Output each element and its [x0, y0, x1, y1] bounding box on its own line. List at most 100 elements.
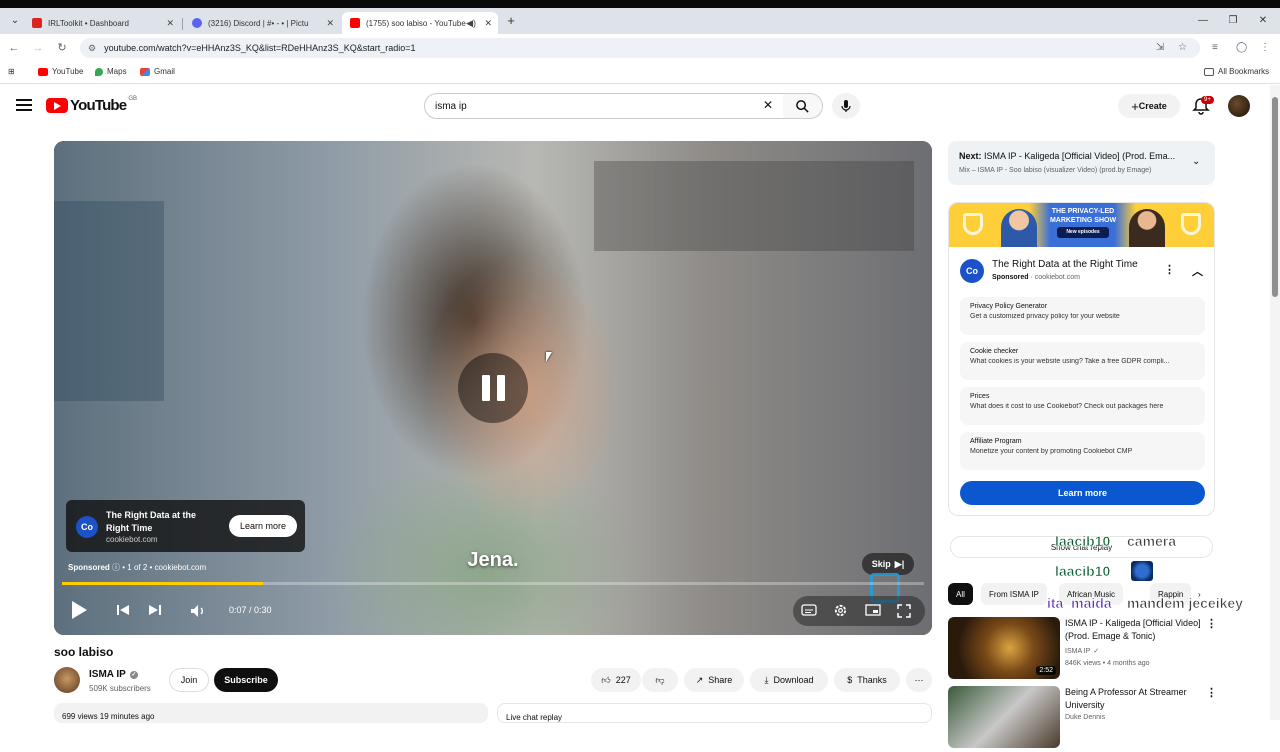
previous-icon	[117, 605, 129, 615]
share-icon: ↗	[695, 674, 704, 685]
site-info-icon[interactable]: ⚙	[88, 43, 96, 54]
page-scrollbar[interactable]	[1270, 85, 1280, 720]
thumbs-up-icon: 👍︎	[601, 674, 611, 685]
recommendation-options-icon[interactable]: ⋮	[1206, 686, 1217, 699]
dislike-button[interactable]: 👎︎	[642, 668, 678, 692]
audio-playing-icon[interactable]: ◀)	[466, 18, 476, 29]
scrollbar-thumb[interactable]	[1272, 97, 1278, 297]
channel-name[interactable]: ISMA IP ✓	[89, 669, 138, 680]
recommendation-thumbnail[interactable]	[948, 686, 1060, 748]
collapse-chevron-up-icon[interactable]: ︿	[1192, 263, 1203, 279]
chat-emote-icon	[1131, 561, 1153, 581]
ad-link-row[interactable]: Cookie checker What cookies is your websi…	[960, 342, 1205, 380]
close-window-icon[interactable]: ✕	[1250, 8, 1276, 34]
menu-icon[interactable]	[16, 99, 32, 111]
youtube-logo[interactable]: YouTube GB	[46, 96, 137, 114]
forward-icon[interactable]: →	[30, 40, 46, 56]
background-clothes-rack	[594, 161, 914, 251]
cookiebot-logo-icon[interactable]: Co	[960, 259, 984, 283]
tab-youtube[interactable]: (1755) soo labiso - YouTube ◀) ✕	[342, 12, 498, 34]
chevron-down-icon[interactable]: ⌄	[1192, 156, 1200, 167]
more-actions-button[interactable]: ⋯	[906, 668, 932, 692]
settings-button[interactable]	[833, 603, 848, 618]
recommendation-item[interactable]: Being A Professor At Streamer University…	[948, 686, 1217, 752]
account-avatar[interactable]	[1228, 95, 1250, 117]
voice-search-button[interactable]	[832, 93, 860, 119]
minimize-icon[interactable]: —	[1190, 8, 1216, 34]
apps-grid-icon[interactable]: ⊞	[8, 67, 15, 76]
reload-icon[interactable]: ↻	[54, 40, 70, 56]
miniplayer-button[interactable]	[865, 604, 881, 616]
channel-avatar[interactable]	[54, 667, 80, 693]
join-button[interactable]: Join	[169, 668, 209, 692]
captions-button[interactable]	[801, 604, 817, 616]
search-button[interactable]	[783, 93, 823, 119]
bookmark-star-icon[interactable]: ☆	[1178, 42, 1187, 53]
play-button[interactable]	[70, 600, 88, 620]
create-button[interactable]: + Create	[1118, 94, 1180, 118]
skip-ad-button[interactable]: Skip ▶|	[862, 553, 914, 575]
profile-icon[interactable]: ◯	[1236, 42, 1247, 53]
recommendation-item[interactable]: 2:52 ISMA IP - Kaligeda [Official Video]…	[948, 617, 1217, 683]
fullscreen-button[interactable]	[897, 604, 911, 618]
ad-link-row[interactable]: Affiliate Program Monetize your content b…	[960, 432, 1205, 470]
all-bookmarks[interactable]: All Bookmarks	[1204, 67, 1269, 76]
back-icon[interactable]: ←	[6, 40, 22, 56]
recommendation-thumbnail[interactable]: 2:52	[948, 617, 1060, 679]
video-player[interactable]: Jena. Co The Right Data at the Right Tim…	[54, 141, 932, 635]
ad-sponsored-line: Sponsored ⓘ • 1 of 2 • cookiebot.com	[68, 563, 207, 572]
youtube-play-icon	[46, 98, 68, 113]
up-next-panel[interactable]: Next: ISMA IP - Kaligeda [Official Video…	[948, 141, 1215, 185]
install-app-icon[interactable]: ⇲	[1156, 42, 1164, 53]
sidebar-ad-title[interactable]: The Right Data at the Right Time	[992, 259, 1138, 270]
shield-icon	[963, 213, 983, 235]
subscribe-button[interactable]: Subscribe	[214, 668, 278, 692]
verified-check-icon: ✓	[129, 670, 138, 679]
pause-overlay-icon[interactable]	[458, 353, 528, 423]
search-input[interactable]: isma ip	[424, 93, 784, 119]
url-field[interactable]: ⚙ youtube.com/watch?v=eHHAnz3S_KQ&list=R…	[80, 38, 1200, 58]
ad-overlay-card[interactable]: Co The Right Data at the Right Time cook…	[66, 500, 305, 552]
thanks-button[interactable]: $ Thanks	[834, 668, 900, 692]
bookmark-gmail[interactable]: Gmail	[140, 67, 175, 76]
folder-icon	[1204, 67, 1214, 76]
maximize-icon[interactable]: ❐	[1220, 8, 1246, 34]
tab-irltoolkit[interactable]: IRLToolkit • Dashboard ✕	[24, 12, 180, 34]
address-bar-row: ← → ↻ ⚙ youtube.com/watch?v=eHHAnz3S_KQ&…	[0, 34, 1280, 62]
new-tab-button[interactable]: +	[498, 8, 524, 34]
progress-bar[interactable]	[62, 582, 924, 585]
chip-from-channel[interactable]: From ISMA IP	[981, 583, 1047, 605]
download-button[interactable]: ⤓ Download	[750, 668, 828, 692]
media-controls-icon[interactable]: ≡	[1212, 42, 1218, 53]
title-bar	[0, 0, 1280, 8]
sidebar-ad-sponsor: Sponsored · cookiebot.com	[992, 274, 1080, 281]
clear-search-icon[interactable]: ✕	[763, 98, 773, 112]
recommendation-options-icon[interactable]: ⋮	[1206, 617, 1217, 630]
share-button[interactable]: ↗ Share	[684, 668, 744, 692]
close-tab-icon[interactable]: ✕	[484, 18, 492, 29]
volume-button[interactable]	[190, 604, 206, 618]
browser-menu-icon[interactable]: ⋮	[1260, 42, 1270, 53]
info-icon[interactable]: ⓘ •	[112, 563, 127, 572]
ad-link-row[interactable]: Privacy Policy Generator Get a customized…	[960, 297, 1205, 335]
ad-banner-image[interactable]: THE PRIVACY-LED MARKETING SHOW New episo…	[949, 203, 1214, 247]
ad-link-row[interactable]: Prices What does it cost to use Cookiebot…	[960, 387, 1205, 425]
ad-options-icon[interactable]: ⋮	[1164, 263, 1175, 276]
close-tab-icon[interactable]: ✕	[326, 18, 334, 29]
close-tab-icon[interactable]: ✕	[166, 18, 174, 29]
background-window	[54, 201, 164, 401]
bookmark-maps[interactable]: Maps	[95, 67, 127, 76]
next-button[interactable]	[148, 604, 162, 616]
sidebar-learn-more-button[interactable]: Learn more	[960, 481, 1205, 505]
captions-icon	[801, 604, 817, 616]
tab-discord[interactable]: (3216) Discord | #• ‐ • | Pictu ✕	[184, 12, 340, 34]
ad-domain-link[interactable]: cookiebot.com	[155, 563, 207, 572]
bookmark-youtube[interactable]: YouTube	[38, 67, 83, 76]
ad-learn-more-button[interactable]: Learn more	[229, 515, 297, 537]
like-button[interactable]: 👍︎ 227	[591, 668, 641, 692]
description-box[interactable]: 699 views 19 minutes ago	[54, 703, 488, 723]
plus-icon: +	[1131, 98, 1139, 114]
previous-button[interactable]	[116, 604, 130, 616]
chip-all[interactable]: All	[948, 583, 973, 605]
live-chat-header: Live chat replay	[497, 703, 932, 723]
